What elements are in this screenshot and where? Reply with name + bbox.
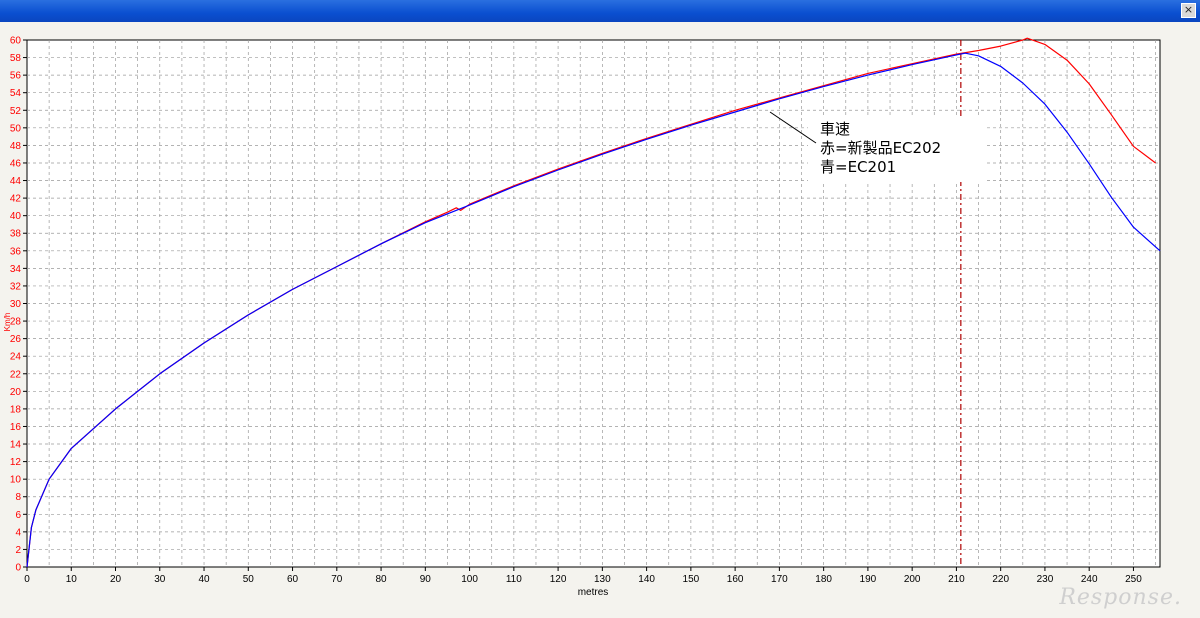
x-tick-label: 250	[1125, 574, 1142, 585]
x-tick-label: 10	[66, 574, 78, 585]
x-tick-label: 20	[110, 574, 122, 585]
window-titlebar: ×	[0, 0, 1200, 22]
y-tick-label: 38	[10, 229, 22, 240]
x-tick-label: 210	[948, 574, 965, 585]
x-tick-label: 110	[506, 574, 522, 585]
y-tick-label: 48	[10, 141, 22, 152]
x-tick-label: 160	[727, 574, 744, 585]
x-tick-label: 140	[638, 574, 655, 585]
x-tick-label: 70	[331, 574, 343, 585]
x-tick-label: 80	[376, 574, 388, 585]
x-tick-label: 0	[24, 574, 30, 585]
x-tick-label: 90	[420, 574, 432, 585]
y-tick-label: 46	[10, 158, 22, 169]
x-tick-label: 180	[815, 574, 832, 585]
y-tick-label: 60	[10, 36, 22, 47]
y-axis-label: Km/h	[3, 313, 12, 332]
y-tick-label: 52	[10, 106, 22, 117]
y-tick-label: 44	[10, 176, 22, 187]
y-tick-label: 50	[10, 123, 22, 134]
annotation-line-3: 青=EC201	[820, 158, 896, 176]
x-tick-label: 120	[550, 574, 567, 585]
y-tick-label: 26	[10, 334, 22, 345]
watermark-logo: Response.	[1059, 585, 1182, 610]
y-tick-label: 30	[10, 299, 22, 310]
x-tick-label: 240	[1081, 574, 1098, 585]
y-tick-label: 42	[10, 194, 22, 205]
y-tick-label: 32	[10, 281, 22, 292]
y-tick-label: 0	[15, 563, 21, 574]
y-tick-label: 24	[10, 352, 22, 363]
x-tick-label: 230	[1037, 574, 1054, 585]
x-tick-label: 190	[860, 574, 877, 585]
y-tick-label: 40	[10, 211, 22, 222]
y-tick-label: 36	[10, 246, 22, 257]
y-axis: 0246810121416182022242628303234363840424…	[10, 36, 27, 574]
y-tick-label: 34	[10, 264, 22, 275]
y-tick-label: 10	[10, 475, 22, 486]
y-tick-label: 14	[10, 440, 22, 451]
y-tick-label: 56	[10, 71, 22, 82]
x-axis: 0 10 20 30 40 50 60 70 80 90 100 110 120 130 140 150 160…	[24, 567, 1142, 585]
y-tick-label: 4	[15, 527, 21, 538]
x-tick-label: 30	[154, 574, 166, 585]
x-tick-label: 220	[992, 574, 1009, 585]
y-tick-label: 20	[10, 387, 22, 398]
x-tick-label: 170	[771, 574, 788, 585]
x-tick-label: 130	[594, 574, 611, 585]
y-tick-label: 2	[15, 545, 21, 556]
y-tick-label: 12	[10, 457, 22, 468]
x-tick-label: 60	[287, 574, 299, 585]
y-tick-label: 58	[10, 53, 22, 64]
y-tick-label: 22	[10, 369, 22, 380]
y-tick-label: 8	[15, 492, 21, 503]
close-button[interactable]: ×	[1181, 3, 1196, 18]
x-tick-label: 150	[683, 574, 700, 585]
y-tick-label: 54	[10, 88, 22, 99]
annotation-line-2: 赤=新製品EC202	[820, 139, 941, 157]
annotation-line-1: 車速	[820, 120, 850, 138]
speed-chart: 0246810121416182022242628303234363840424…	[3, 36, 1161, 598]
x-tick-label: 50	[243, 574, 255, 585]
y-tick-label: 6	[15, 510, 21, 521]
x-tick-label: 40	[198, 574, 210, 585]
x-tick-label: 100	[461, 574, 478, 585]
y-tick-label: 16	[10, 422, 22, 433]
chart-window: 0 2 4 6 8 10 12 14 16 18 20 22 24 26 28 30 32 34 36 38 40 42 4…	[0, 22, 1200, 618]
y-tick-label: 18	[10, 404, 22, 415]
x-axis-label: metres	[578, 587, 609, 598]
x-tick-label: 200	[904, 574, 921, 585]
